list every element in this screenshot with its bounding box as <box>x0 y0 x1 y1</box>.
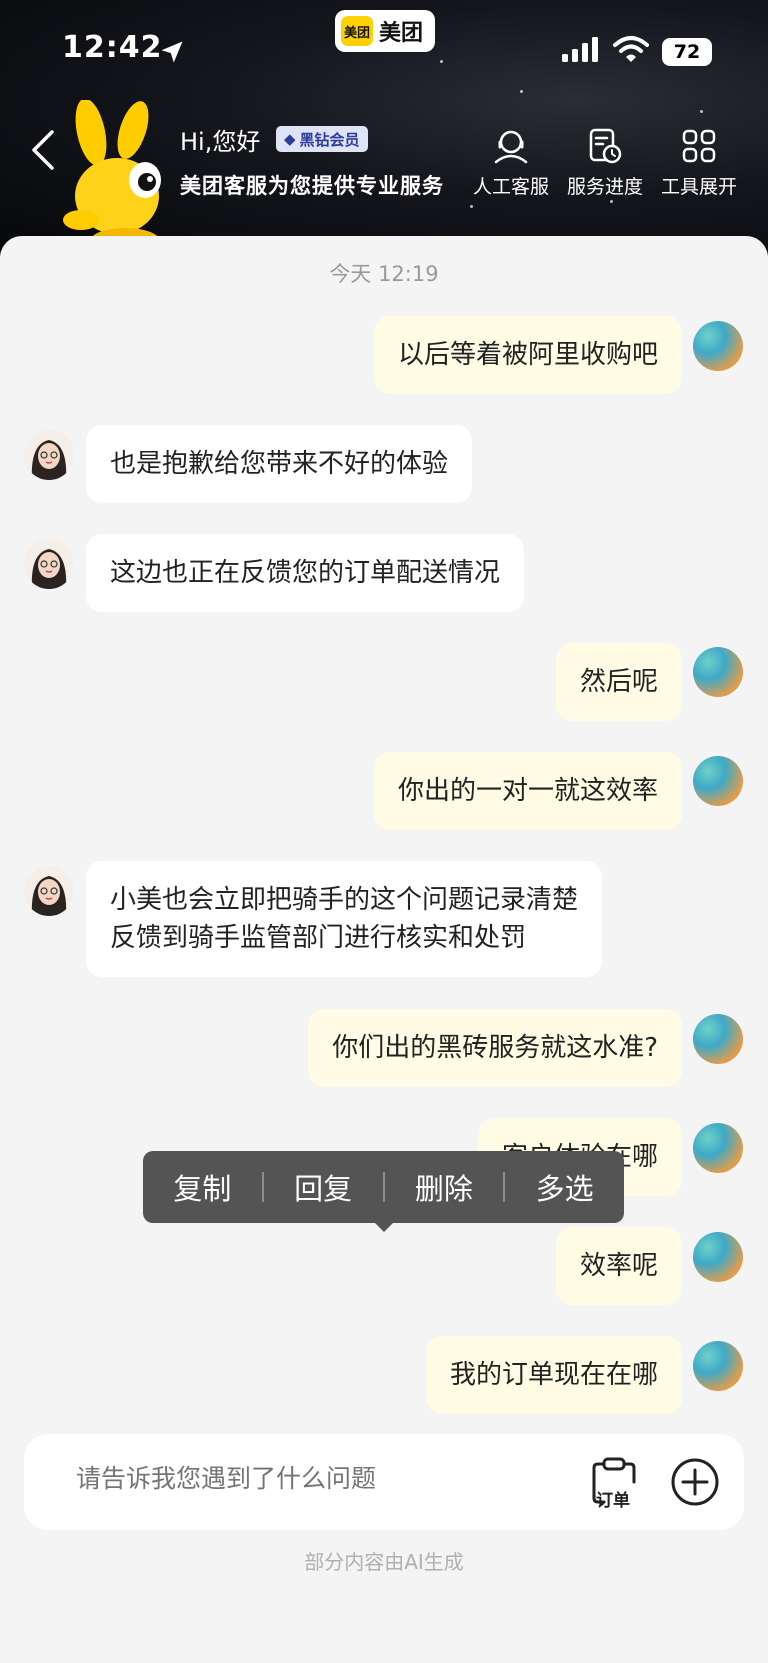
user-message[interactable]: 效率呢 <box>555 1227 682 1305</box>
user-avatar[interactable] <box>693 321 743 371</box>
vip-badge-label: 黑钻会员 <box>299 130 360 149</box>
user-avatar[interactable] <box>693 1123 743 1173</box>
tools-expand-button[interactable]: 工具展开 <box>654 126 744 199</box>
human-service-button[interactable]: 人工客服 <box>466 126 556 199</box>
greeting: Hi,您好 <box>180 128 261 156</box>
decor-star <box>700 110 703 113</box>
wifi-icon <box>613 36 649 62</box>
vip-badge: ◆ 黑钻会员 <box>276 126 368 152</box>
agent-message[interactable]: 这边也正在反馈您的订单配送情况 <box>86 534 525 612</box>
user-message[interactable]: 你出的一对一就这效率 <box>373 752 682 830</box>
header: 12:42 美团 美团 72 Hi,您好 ◆ 黑钻会员 美团客服为您提供专业服务 <box>0 0 768 250</box>
user-avatar[interactable] <box>693 756 743 806</box>
message-context-menu: 复制 回复 删除 多选 <box>143 1151 624 1223</box>
service-progress-label: 服务进度 <box>566 176 643 198</box>
menu-delete[interactable]: 删除 <box>385 1166 504 1208</box>
battery-indicator: 72 <box>662 38 712 66</box>
diamond-icon: ◆ <box>284 130 296 148</box>
agent-avatar[interactable] <box>24 430 74 480</box>
headset-icon <box>494 130 528 164</box>
user-message[interactable]: 我的订单现在在哪 <box>425 1336 682 1414</box>
agent-avatar[interactable] <box>24 866 74 916</box>
agent-message-line: 小美也会立即把骑手的这个问题记录清楚 <box>110 885 579 915</box>
agent-message[interactable]: 小美也会立即把骑手的这个问题记录清楚 反馈到骑手监管部门进行核实和处罚 <box>86 861 603 977</box>
app-name: 美团 <box>379 21 424 46</box>
location-arrow-icon <box>161 41 183 63</box>
progress-icon <box>589 128 622 164</box>
decor-star <box>440 60 443 63</box>
back-chevron-icon[interactable] <box>28 128 58 172</box>
chat-input-bar: 订单 <box>24 1434 744 1530</box>
status-time: 12:42 <box>62 30 163 65</box>
chat-date: 今天 12:19 <box>329 262 439 286</box>
agent-message-line: 反馈到骑手监管部门进行核实和处罚 <box>110 923 527 953</box>
user-avatar[interactable] <box>693 1232 743 1282</box>
kangaroo-mascot-icon <box>63 100 161 250</box>
order-button[interactable]: 订单 <box>584 1454 644 1512</box>
meituan-logo: 美团 <box>341 16 373 46</box>
service-progress-button[interactable]: 服务进度 <box>560 126 650 199</box>
tools-expand-label: 工具展开 <box>660 176 737 198</box>
user-avatar[interactable] <box>693 647 743 697</box>
human-service-label: 人工客服 <box>472 176 549 198</box>
header-subtitle: 美团客服为您提供专业服务 <box>180 174 444 198</box>
decor-star <box>470 205 473 208</box>
user-message[interactable]: 以后等着被阿里收购吧 <box>373 316 682 394</box>
ai-disclaimer: 部分内容由AI生成 <box>304 1550 464 1574</box>
plus-circle-icon[interactable] <box>669 1456 721 1508</box>
decor-star <box>520 90 523 93</box>
cellular-signal-icon <box>562 37 598 62</box>
order-button-label: 订单 <box>596 1491 630 1511</box>
agent-message[interactable]: 也是抱歉给您带来不好的体验 <box>86 425 473 503</box>
menu-reply[interactable]: 回复 <box>264 1166 383 1208</box>
app-switcher-pill[interactable]: 美团 美团 <box>335 10 435 52</box>
menu-copy[interactable]: 复制 <box>143 1166 262 1208</box>
decor-star <box>610 200 613 203</box>
agent-avatar[interactable] <box>24 539 74 589</box>
user-avatar[interactable] <box>693 1014 743 1064</box>
grid-icon <box>682 129 716 163</box>
agent-face-icon <box>31 440 67 480</box>
user-message[interactable]: 然后呢 <box>555 643 682 721</box>
user-avatar[interactable] <box>693 1341 743 1391</box>
context-menu-pointer <box>374 1222 394 1232</box>
agent-face-icon <box>31 549 67 589</box>
message-input[interactable] <box>76 1464 556 1493</box>
agent-face-icon <box>31 876 67 916</box>
menu-multiselect[interactable]: 多选 <box>505 1166 624 1208</box>
user-message[interactable]: 你们出的黑砖服务就这水准? <box>308 1009 682 1087</box>
